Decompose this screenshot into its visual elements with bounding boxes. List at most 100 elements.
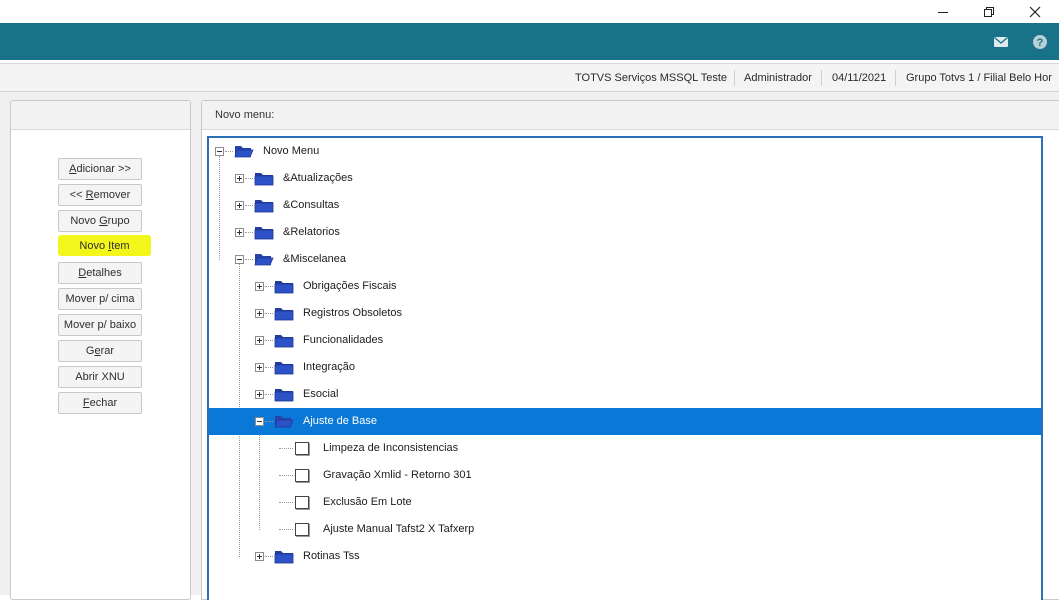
tree-connector	[265, 340, 273, 341]
expand-icon[interactable]	[255, 282, 264, 291]
expand-icon[interactable]	[255, 363, 264, 372]
svg-text:?: ?	[1037, 37, 1044, 49]
expand-icon[interactable]	[255, 336, 264, 345]
tree-node-label: Ajuste de Base	[303, 415, 377, 427]
tree-item-row[interactable]: Ajuste Manual Tafst2 X Tafxerp	[209, 516, 1041, 543]
tree-folder-row[interactable]: &Miscelanea	[209, 246, 1041, 273]
tree-node-label: Registros Obsoletos	[303, 307, 403, 319]
separator	[734, 70, 735, 86]
tree-connector	[279, 502, 293, 503]
tree-folder-row[interactable]: &Consultas	[209, 192, 1041, 219]
document-icon	[295, 469, 309, 482]
separator	[821, 70, 822, 86]
folder-open-icon	[234, 143, 254, 159]
mail-icon[interactable]	[991, 32, 1011, 52]
tree-node-label: Gravação Xmlid - Retorno 301	[323, 469, 472, 481]
tree-connector	[265, 421, 273, 422]
tree-folder-row[interactable]: Esocial	[209, 381, 1041, 408]
folder-open-icon	[254, 251, 274, 267]
tree-node-label: &Consultas	[283, 199, 340, 211]
button-label: << Remover	[69, 189, 131, 201]
tree-connector	[279, 448, 293, 449]
branch-name: Grupo Totvs 1 / Filial Belo Hor	[906, 72, 1052, 84]
tree-folder-row[interactable]: Ajuste de Base	[209, 408, 1041, 435]
expand-icon[interactable]	[255, 309, 264, 318]
mover-p-cima-button[interactable]: Mover p/ cima	[58, 288, 142, 310]
collapse-icon[interactable]	[255, 417, 264, 426]
expand-icon[interactable]	[235, 228, 244, 237]
user-name: Administrador	[744, 72, 812, 84]
folder-icon	[274, 548, 294, 564]
tree-folder-row[interactable]: Integração	[209, 354, 1041, 381]
folder-icon	[274, 332, 294, 348]
folder-icon	[274, 386, 294, 402]
tree-node-label: Ajuste Manual Tafst2 X Tafxerp	[323, 523, 475, 535]
tree-connector	[245, 259, 253, 260]
help-icon[interactable]: ?	[1030, 32, 1050, 52]
session-date: 04/11/2021	[832, 72, 887, 84]
button-label: Novo Item	[79, 239, 130, 252]
window-title-bar	[0, 0, 1059, 23]
novo-item-button[interactable]: Novo Item	[58, 235, 151, 256]
tree-node-label: Exclusão Em Lote	[323, 496, 412, 508]
button-label: Adicionar >>	[69, 163, 131, 175]
tree-folder-row[interactable]: Novo Menu	[209, 138, 1041, 165]
tree-folder-row[interactable]: Rotinas Tss	[209, 543, 1041, 570]
button-label: Mover p/ baixo	[63, 319, 137, 331]
folder-icon	[254, 197, 274, 213]
tree-node-label: Rotinas Tss	[303, 550, 360, 562]
menu-tree[interactable]: Novo Menu &Atualizações &Consultas &Relator…	[207, 136, 1043, 600]
tree-folder-row[interactable]: &Relatorios	[209, 219, 1041, 246]
tree-item-row[interactable]: Exclusão Em Lote	[209, 489, 1041, 516]
tree-node-label: &Miscelanea	[283, 253, 346, 265]
tree-folder-row[interactable]: Registros Obsoletos	[209, 300, 1041, 327]
tree-connector	[265, 286, 273, 287]
tree-node-label: Esocial	[303, 388, 339, 400]
button-label: Gerar	[85, 345, 115, 357]
session-info-bar: TOTVS Serviços MSSQL Teste Administrador…	[0, 63, 1059, 92]
expand-icon[interactable]	[235, 174, 244, 183]
document-icon	[295, 442, 309, 455]
folder-icon	[254, 224, 274, 240]
document-icon	[295, 496, 309, 509]
tree-item-row[interactable]: Gravação Xmlid - Retorno 301	[209, 462, 1041, 489]
tree-node-label: &Atualizações	[283, 172, 353, 184]
document-icon	[295, 523, 309, 536]
button-label: Novo Grupo	[70, 215, 130, 227]
tree-node-label: Integração	[303, 361, 355, 373]
collapse-icon[interactable]	[215, 147, 224, 156]
folder-icon	[274, 359, 294, 375]
gerar-button[interactable]: Gerar	[58, 340, 142, 362]
fechar-button[interactable]: Fechar	[58, 392, 142, 414]
mover-p-baixo-button[interactable]: Mover p/ baixo	[58, 314, 142, 336]
minimize-icon[interactable]	[920, 0, 966, 23]
tree-connector	[245, 232, 253, 233]
expand-icon[interactable]	[255, 390, 264, 399]
collapse-icon[interactable]	[235, 255, 244, 264]
tree-node-label: Novo Menu	[263, 145, 320, 157]
button-label: Abrir XNU	[75, 371, 125, 383]
tree-connector	[265, 367, 273, 368]
button-label: Fechar	[82, 397, 118, 409]
tree-folder-row[interactable]: Obrigações Fiscais	[209, 273, 1041, 300]
tree-item-row[interactable]: Limpeza de Inconsistencias	[209, 435, 1041, 462]
adicionar-button[interactable]: Adicionar >>	[58, 158, 142, 180]
server-name: TOTVS Serviços MSSQL Teste	[575, 72, 728, 84]
close-icon[interactable]	[1012, 0, 1058, 23]
expand-icon[interactable]	[255, 552, 264, 561]
restore-icon[interactable]	[966, 0, 1012, 23]
tree-folder-row[interactable]: Funcionalidades	[209, 327, 1041, 354]
tree-node-label: Obrigações Fiscais	[303, 280, 397, 292]
separator	[895, 70, 896, 86]
novo-grupo-button[interactable]: Novo Grupo	[58, 210, 142, 232]
expand-icon[interactable]	[235, 201, 244, 210]
tree-node-label: Funcionalidades	[303, 334, 384, 346]
tree-connector	[279, 475, 293, 476]
abrir-xnu-button[interactable]: Abrir XNU	[58, 366, 142, 388]
tree-folder-row[interactable]: &Atualizações	[209, 165, 1041, 192]
remover-button[interactable]: << Remover	[58, 184, 142, 206]
tree-connector	[225, 151, 233, 152]
detalhes-button[interactable]: Detalhes	[58, 262, 142, 284]
tree-connector	[245, 205, 253, 206]
actions-panel-header	[11, 101, 190, 130]
